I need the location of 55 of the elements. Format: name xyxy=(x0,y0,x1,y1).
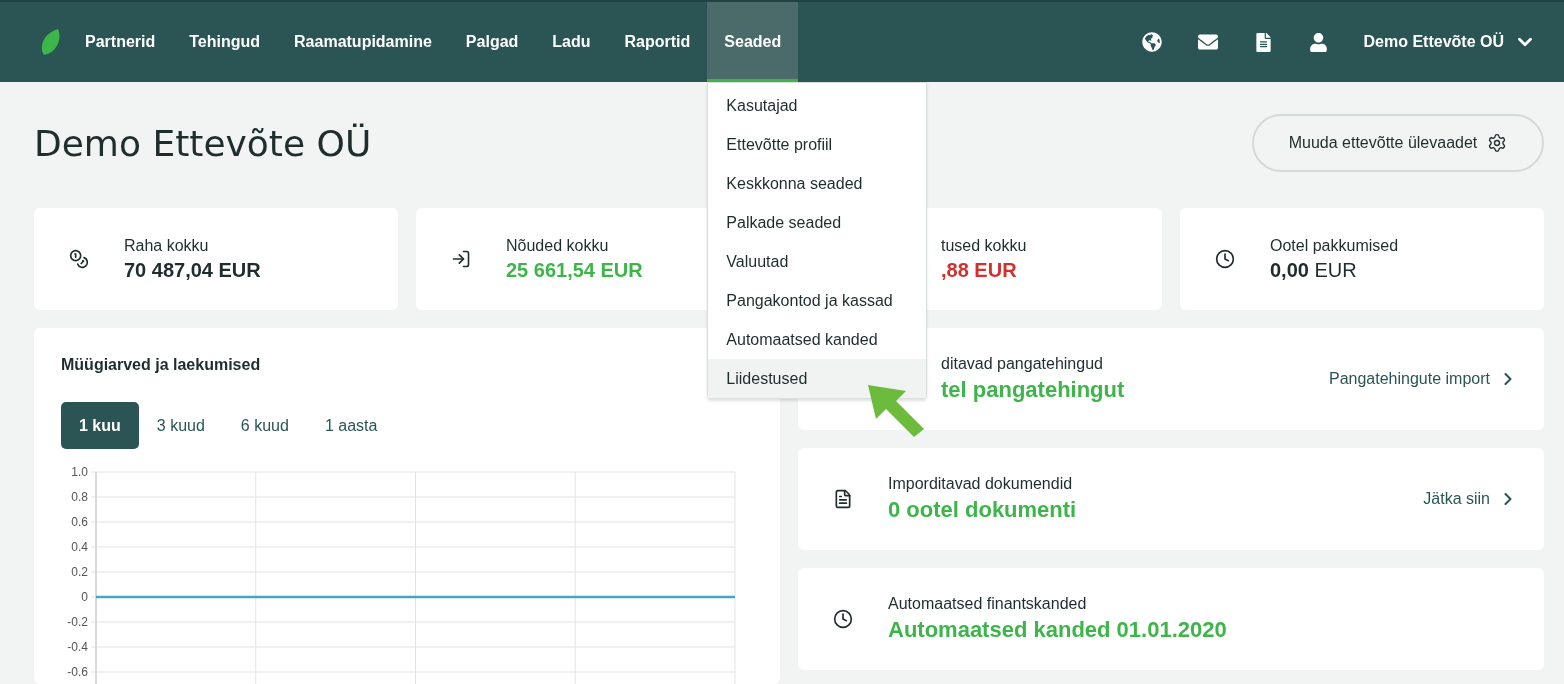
stat-label: Raha kokku xyxy=(124,236,210,255)
stat-value: ,88 EUR xyxy=(941,258,1018,282)
nav-tab[interactable]: Partnerid xyxy=(68,2,173,82)
task-label: ditavad pangatehingud xyxy=(941,355,1104,373)
period-tab[interactable]: 3 kuud xyxy=(138,402,223,449)
task-value: Automaatsed kanded 01.01.2020 xyxy=(888,617,1227,643)
task-link[interactable]: Jätka siin xyxy=(1423,489,1518,509)
axis-tick-label: 0.4 xyxy=(71,540,88,554)
menu-item[interactable]: Keskkonna seaded xyxy=(708,164,927,203)
menu-item[interactable]: Liidestused xyxy=(708,359,927,398)
axis-tick-label: 0.2 xyxy=(71,565,88,579)
company-switcher[interactable]: Demo Ettevõte OÜ xyxy=(1345,2,1540,82)
menu-item[interactable]: Automaatsed kanded xyxy=(708,320,927,359)
task-link[interactable]: Pangatehingute import xyxy=(1329,369,1518,389)
menu-item[interactable]: Kasutajad xyxy=(708,86,927,125)
document-icon xyxy=(833,489,853,509)
pointer-arrow-icon xyxy=(866,383,926,439)
task-value: tel pangatehingut xyxy=(941,377,1125,403)
stat-label: Ootel pakkumised xyxy=(1270,236,1399,255)
menu-item[interactable]: Ettevõtte profiil xyxy=(708,125,927,164)
settings-icon xyxy=(1487,133,1508,153)
page-title: Demo Ettevõte OÜ xyxy=(34,122,372,164)
stat-value: 25 661,54 EUR xyxy=(506,258,643,282)
nav-tab[interactable]: Raportid xyxy=(607,2,708,82)
nav-tab[interactable]: Palgad xyxy=(448,2,536,82)
period-tab[interactable]: 6 kuud xyxy=(222,402,307,449)
arrow-in-icon xyxy=(451,249,471,269)
nav-tab[interactable]: Ladu xyxy=(535,2,608,82)
axis-tick-label: -0.6 xyxy=(67,665,88,679)
stat-value: 70 487,04 EUR xyxy=(124,258,261,282)
clock-icon xyxy=(833,609,853,629)
nav-tab[interactable]: Tehingud xyxy=(172,2,278,82)
task-value: 0 ootel dokumenti xyxy=(888,497,1077,523)
axis-tick-label: 0 xyxy=(81,590,88,604)
nav-tab[interactable]: Seaded xyxy=(707,2,799,82)
axis-tick-label: -0.2 xyxy=(67,615,88,629)
axis-tick-label: -0.4 xyxy=(67,640,88,654)
stat-label: tused kokku xyxy=(941,236,1027,255)
axis-tick-label: 1.0 xyxy=(71,465,88,479)
stat-label: Nõuded kokku xyxy=(506,236,610,255)
menu-item[interactable]: Valuutad xyxy=(708,242,927,281)
edit-overview-button[interactable]: Muuda ettevõtte ülevaadet xyxy=(1252,114,1544,172)
nav-tab[interactable]: Raamatupidamine xyxy=(277,2,449,82)
menu-item[interactable]: Pangakontod ja kassad xyxy=(708,281,927,320)
coins-icon xyxy=(69,249,89,269)
period-tab[interactable]: 1 aasta xyxy=(306,402,396,449)
period-tab[interactable]: 1 kuu xyxy=(61,402,139,449)
stat-value: 0,00 EUR xyxy=(1270,258,1358,282)
menu-item[interactable]: Palkade seaded xyxy=(708,203,927,242)
clock-icon xyxy=(1215,249,1235,269)
task-label: Imporditavad dokumendid xyxy=(888,475,1074,493)
axis-tick-label: 0.6 xyxy=(71,515,88,529)
panel-title: Müügiarved ja laekumised xyxy=(61,356,262,374)
task-label: Automaatsed finantskanded xyxy=(888,595,1088,613)
axis-tick-label: 0.8 xyxy=(71,490,88,504)
